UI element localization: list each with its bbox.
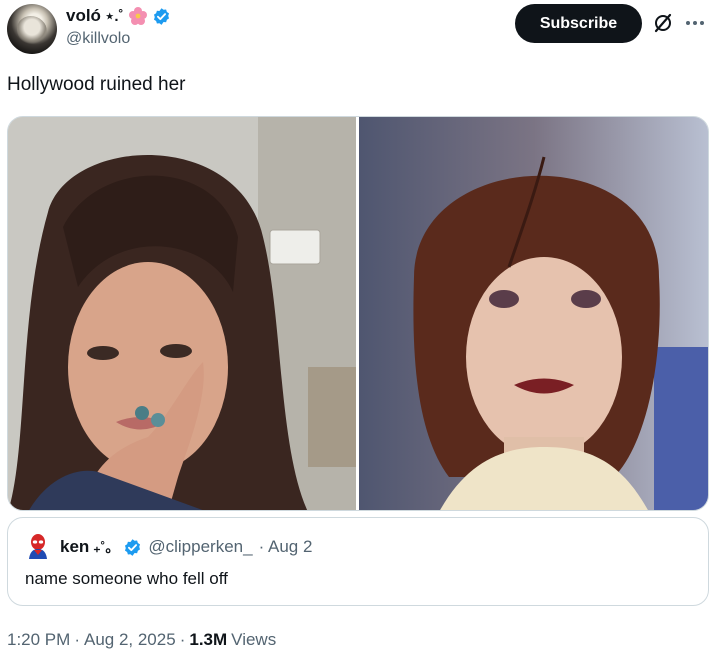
views-count[interactable]: 1.3M [189,630,227,650]
quoted-handle[interactable]: @clipperken_ [148,537,252,557]
verified-badge-icon [123,538,142,557]
left-photo[interactable] [8,117,356,510]
author-display-name[interactable]: voló [66,6,101,26]
meta-separator: · [74,630,80,649]
quoted-tweet[interactable]: ken ₊˚。 @clipperken_ · Aug 2 name someon… [7,517,709,606]
author-avatar[interactable] [7,4,57,54]
tweet-header: voló ⋆.˚ @killvolo Subscribe [0,0,716,60]
right-photo[interactable] [359,117,708,510]
author-name-row[interactable]: voló ⋆.˚ [66,5,171,27]
quoted-display-name[interactable]: ken [60,537,89,557]
grok-icon[interactable] [652,12,674,34]
quoted-date[interactable]: · Aug 2 [259,537,313,557]
quoted-author-row[interactable]: ken ₊˚。 @clipperken_ · Aug 2 [60,536,312,558]
tweet-time[interactable]: 1:20 PM [7,630,70,650]
spiderman-avatar-icon[interactable] [25,533,51,559]
tweet-date[interactable]: Aug 2, 2025 [84,630,176,650]
tweet-meta: 1:20 PM · Aug 2, 2025 · 1.3M Views [7,630,276,650]
subscribe-button[interactable]: Subscribe [515,4,642,43]
quoted-text: name someone who fell off [25,569,228,588]
tweet-text: Hollywood ruined her [7,74,186,95]
tweet-media-grid[interactable] [7,116,709,511]
author-handle[interactable]: @killvolo [66,30,130,48]
verified-badge-icon[interactable] [152,7,171,26]
hibiscus-icon [128,6,148,26]
quoted-name-suffix: ₊˚。 [93,539,120,555]
more-icon[interactable] [683,13,707,33]
meta-separator: · [179,630,186,649]
author-name-suffix: ⋆.˚ [104,8,124,25]
views-label[interactable]: Views [231,630,276,650]
